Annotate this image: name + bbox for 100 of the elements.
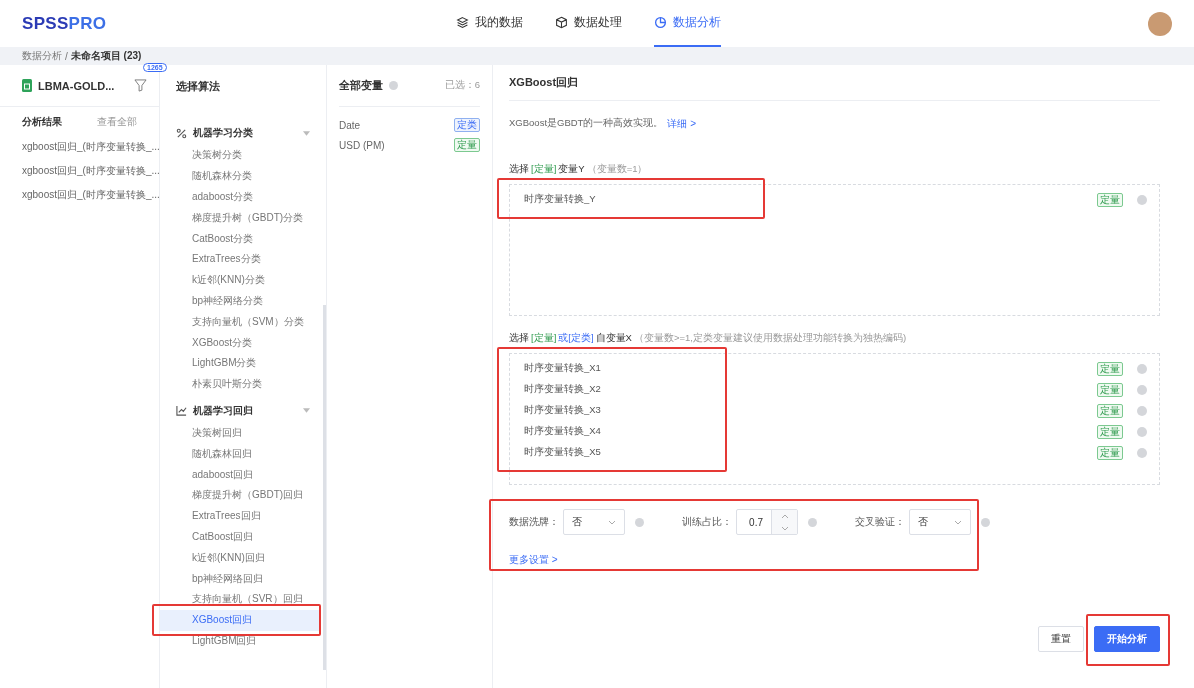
algorithm-item[interactable]: LightGBM回归 bbox=[160, 630, 320, 652]
category-header[interactable]: 机器学习回归 bbox=[160, 398, 326, 423]
description: XGBoost是GBDT的一种高效实现。 bbox=[509, 117, 664, 130]
line-chart-icon bbox=[176, 405, 187, 417]
variable-name: 时序变量转换_Y bbox=[524, 193, 596, 206]
file-name: LBMA-GOLD... bbox=[38, 79, 115, 92]
section-title: 分析结果 bbox=[22, 115, 62, 129]
algorithm-item[interactable]: 随机森林分类 bbox=[160, 165, 320, 187]
breadcrumb-separator: / bbox=[65, 50, 68, 62]
caret-icon bbox=[303, 130, 310, 136]
algorithm-item[interactable]: CatBoost分类 bbox=[160, 228, 320, 249]
variable-type-tag: 定量 bbox=[1097, 403, 1123, 418]
algorithm-item[interactable]: XGBoost分类 bbox=[160, 332, 320, 353]
select-field[interactable]: 否 bbox=[563, 509, 625, 535]
variable-type-tag: 定量 bbox=[1097, 382, 1123, 397]
algorithm-item[interactable]: 决策树分类 bbox=[160, 145, 320, 166]
cube-icon bbox=[555, 16, 568, 29]
variable-name: 时序变量转换_X3 bbox=[524, 404, 601, 417]
result-item[interactable]: xgboost回归_(时序变量转换_... bbox=[0, 135, 159, 159]
algorithm-item[interactable]: CatBoost回归 bbox=[160, 526, 320, 548]
field-label: [定量] bbox=[531, 163, 557, 176]
nav-tab[interactable]: 数据处理 bbox=[555, 0, 622, 47]
algorithm-title: XGBoost回归 bbox=[509, 75, 579, 90]
algorithm-item[interactable]: bp神经网络回归 bbox=[160, 568, 320, 589]
field-label: 或[定类] bbox=[558, 332, 594, 345]
pie-chart-icon bbox=[654, 16, 667, 29]
panel-title: 选择算法 bbox=[176, 78, 220, 94]
view-all-link[interactable]: 查看全部 bbox=[97, 115, 137, 129]
algorithm-item[interactable]: 朴素贝叶斯分类 bbox=[160, 373, 320, 395]
panel-title: 全部变量 bbox=[339, 78, 383, 93]
algorithm-item[interactable]: adaboost回归 bbox=[160, 464, 320, 485]
remove-icon[interactable] bbox=[1137, 194, 1147, 205]
algorithm-item[interactable]: XGBoost回归 bbox=[160, 609, 320, 631]
setting-label: 数据洗牌： bbox=[509, 515, 559, 529]
reset-button[interactable]: 重置 bbox=[1038, 626, 1084, 652]
algorithm-item[interactable]: 梯度提升树（GBDT)分类 bbox=[160, 207, 320, 229]
spreadsheet-icon bbox=[22, 79, 32, 92]
variable-drop-area[interactable]: 时序变量转换_Y 定量 bbox=[509, 184, 1160, 316]
scrollbar[interactable] bbox=[323, 305, 326, 670]
chevron-down-icon[interactable] bbox=[954, 519, 962, 525]
help-icon[interactable] bbox=[389, 81, 398, 90]
field-label: 选择 bbox=[509, 163, 529, 176]
avatar[interactable] bbox=[1148, 11, 1172, 36]
algorithm-item[interactable]: k近邻(KNN)回归 bbox=[160, 547, 320, 569]
variable-drop-area[interactable]: 时序变量转换_X1 定量 时序变量转换_X2 定量 时序变量转换_X3 定量 时序变量转换_X4 定量 时序变量转换_X5 定量 bbox=[509, 353, 1160, 485]
algorithm-item[interactable]: 随机森林回归 bbox=[160, 443, 320, 465]
field-label: [定量] bbox=[531, 332, 557, 345]
help-icon[interactable] bbox=[808, 517, 817, 527]
algorithm-item[interactable]: bp神经网络分类 bbox=[160, 290, 320, 312]
variable-name: Date bbox=[339, 119, 361, 131]
field-label: 变量Y bbox=[558, 163, 585, 176]
start-button[interactable]: 开始分析 bbox=[1094, 626, 1160, 652]
setting-label: 交叉验证： bbox=[855, 515, 905, 529]
variable-type-tag: 定量 bbox=[1097, 424, 1123, 439]
filter-icon[interactable] bbox=[134, 79, 147, 92]
result-item[interactable]: xgboost回归_(时序变量转换_... bbox=[0, 183, 159, 207]
algorithm-item[interactable]: 决策树回归 bbox=[160, 422, 320, 444]
algorithm-item[interactable]: 支持向量机（SVM）分类 bbox=[160, 311, 320, 333]
algorithm-item[interactable]: k近邻(KNN)分类 bbox=[160, 269, 320, 291]
variable-name: 时序变量转换_X4 bbox=[524, 425, 601, 438]
field-label: 自变量X bbox=[595, 332, 632, 345]
remove-icon[interactable] bbox=[1137, 363, 1147, 374]
nav-tab[interactable]: 我的数据 bbox=[456, 0, 523, 47]
algorithm-item[interactable]: adaboost分类 bbox=[160, 186, 320, 208]
variable-type-tag: 定量 bbox=[454, 138, 480, 152]
chevron-down-icon[interactable] bbox=[780, 525, 789, 531]
result-item[interactable]: xgboost回归_(时序变量转换_... bbox=[0, 159, 159, 183]
variable-name: 时序变量转换_X1 bbox=[524, 362, 601, 375]
logo: SPSSPRO bbox=[22, 13, 107, 34]
field-label: （变量数>=1,定类变量建议使用数据处理功能转换为独热编码) bbox=[633, 332, 907, 345]
variable-type-tag: 定量 bbox=[1097, 445, 1123, 460]
variable-type-tag: 定量 bbox=[1097, 361, 1123, 376]
remove-icon[interactable] bbox=[1137, 426, 1147, 437]
category-header[interactable]: 机器学习分类 bbox=[160, 121, 326, 145]
remove-icon[interactable] bbox=[1137, 405, 1147, 416]
variable-type-tag: 定量 bbox=[1097, 192, 1123, 207]
help-icon[interactable] bbox=[635, 517, 644, 527]
help-icon[interactable] bbox=[981, 517, 990, 527]
field-label: 选择 bbox=[509, 332, 529, 345]
breadcrumb-link[interactable]: 数据分析 bbox=[22, 49, 62, 63]
breadcrumb-current: 未命名项目 (23) bbox=[70, 49, 142, 63]
selected-count: 已选：6 bbox=[444, 79, 480, 92]
chevron-up-icon[interactable] bbox=[780, 513, 789, 519]
algorithm-item[interactable]: 支持向量机（SVR）回归 bbox=[160, 588, 320, 610]
variable-name: 时序变量转换_X2 bbox=[524, 383, 601, 396]
caret-icon bbox=[303, 408, 310, 414]
remove-icon[interactable] bbox=[1137, 447, 1147, 458]
algorithm-item[interactable]: LightGBM分类 bbox=[160, 352, 320, 374]
field-label: （变量数=1） bbox=[586, 163, 648, 176]
detail-link[interactable]: 详细 > bbox=[667, 117, 697, 131]
algorithm-item[interactable]: 梯度提升树（GBDT)回归 bbox=[160, 484, 320, 506]
layers-icon bbox=[456, 16, 469, 29]
chevron-down-icon[interactable] bbox=[608, 519, 616, 525]
algorithm-item[interactable]: ExtraTrees分类 bbox=[160, 249, 320, 270]
remove-icon[interactable] bbox=[1137, 384, 1147, 395]
algorithm-item[interactable]: ExtraTrees回归 bbox=[160, 505, 320, 527]
more-settings-link[interactable]: 更多设置 > bbox=[509, 554, 558, 565]
select-field[interactable]: 否 bbox=[909, 509, 971, 535]
number-field[interactable]: 0.7 bbox=[736, 509, 798, 535]
variable-name: USD (PM) bbox=[339, 139, 385, 151]
